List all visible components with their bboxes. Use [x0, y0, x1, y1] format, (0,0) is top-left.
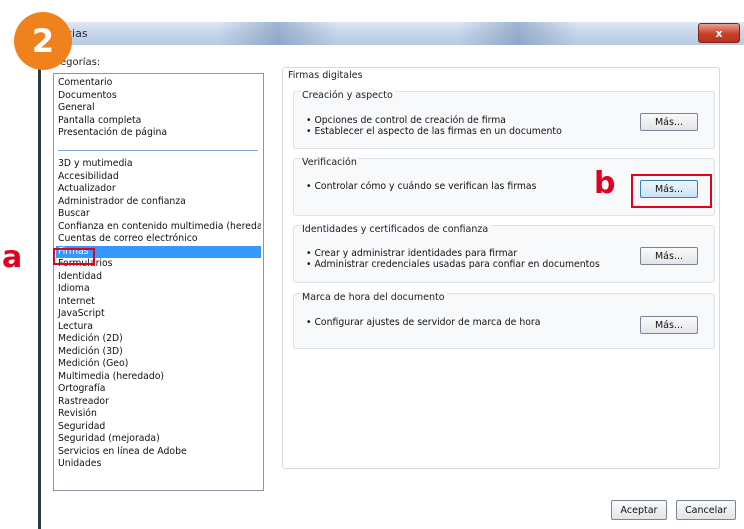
step-number-badge: 2 [14, 12, 72, 70]
group-description: • Configurar ajustes de servidor de marc… [306, 317, 541, 328]
accept-button[interactable]: Aceptar [611, 500, 667, 520]
annotation-highlight-a [53, 248, 95, 265]
group-title: Marca de hora del documento [300, 292, 447, 303]
category-item[interactable]: Unidades [56, 458, 261, 471]
category-item[interactable]: Medición (2D) [56, 333, 261, 346]
category-item[interactable]: Identidad [56, 271, 261, 284]
group-title: Verificación [300, 157, 359, 168]
category-item[interactable]: Seguridad [56, 421, 261, 434]
category-item[interactable]: Comentario [56, 77, 261, 90]
category-item[interactable]: Documentos [56, 90, 261, 103]
category-item[interactable]: General [56, 102, 261, 115]
category-item[interactable]: Pantalla completa [56, 115, 261, 128]
mas-button-creacion[interactable]: Más... [640, 113, 698, 131]
category-item[interactable]: Administrador de confianza [56, 196, 261, 209]
group-description: • Crear y administrar identidades para f… [306, 248, 518, 259]
annotation-label-b: b [594, 166, 616, 201]
mas-button-identidades[interactable]: Más... [640, 247, 698, 265]
mas-button-marca-hora[interactable]: Más... [640, 316, 698, 334]
category-item[interactable]: Presentación de página [56, 127, 261, 140]
group-creacion-aspecto: Creación y aspecto • Opciones de control… [293, 90, 715, 149]
category-item[interactable]: Accesibilidad [56, 171, 261, 184]
group-description: • Controlar cómo y cuándo se verifican l… [306, 181, 537, 192]
title-bar-decoration [218, 22, 338, 45]
category-item[interactable]: Buscar [56, 208, 261, 221]
category-item[interactable]: 3D y mutimedia [56, 158, 261, 171]
category-item[interactable]: Seguridad (mejorada) [56, 433, 261, 446]
category-item[interactable]: Rastreador [56, 396, 261, 409]
group-description: • Establecer el aspecto de las firmas en… [306, 126, 562, 137]
category-item[interactable]: Servicios en línea de Adobe [56, 446, 261, 459]
close-icon: x [715, 26, 723, 40]
annotation-label-a: a [2, 240, 23, 275]
category-item[interactable]: JavaScript [56, 308, 261, 321]
categories-label: egorías: [60, 57, 101, 68]
category-item[interactable]: Lectura [56, 321, 261, 334]
category-item[interactable]: Cuentas de correo electrónico [56, 233, 261, 246]
category-item[interactable]: Medición (3D) [56, 346, 261, 359]
category-separator [58, 150, 258, 151]
category-item[interactable]: Confianza en contenido multimedia (hered… [56, 221, 261, 234]
window-left-edge [38, 22, 41, 529]
group-title: Creación y aspecto [300, 90, 395, 101]
group-description: • Administrar credenciales usadas para c… [306, 259, 600, 270]
group-marca-de-hora: Marca de hora del documento • Configurar… [293, 292, 715, 349]
close-button[interactable]: x [698, 23, 740, 43]
category-item[interactable]: Idioma [56, 283, 261, 296]
category-list[interactable]: Comentario Documentos General Pantalla comp… [53, 73, 264, 491]
group-description: • Opciones de control de creación de fir… [306, 115, 507, 126]
section-heading: Firmas digitales [288, 70, 363, 81]
title-bar: cias x [38, 22, 744, 46]
group-identidades-certificados: Identidades y certificados de confianza … [293, 224, 715, 283]
cancel-button[interactable]: Cancelar [676, 500, 736, 520]
category-item[interactable]: Multimedia (heredado) [56, 371, 261, 384]
category-item[interactable]: Internet [56, 296, 261, 309]
title-bar-decoration [458, 22, 578, 45]
group-title: Identidades y certificados de confianza [300, 224, 491, 235]
category-item[interactable]: Revisión [56, 408, 261, 421]
annotation-highlight-b [631, 174, 712, 208]
category-item[interactable]: Ortografía [56, 383, 261, 396]
category-item[interactable]: Actualizador [56, 183, 261, 196]
category-item[interactable]: Medición (Geo) [56, 358, 261, 371]
